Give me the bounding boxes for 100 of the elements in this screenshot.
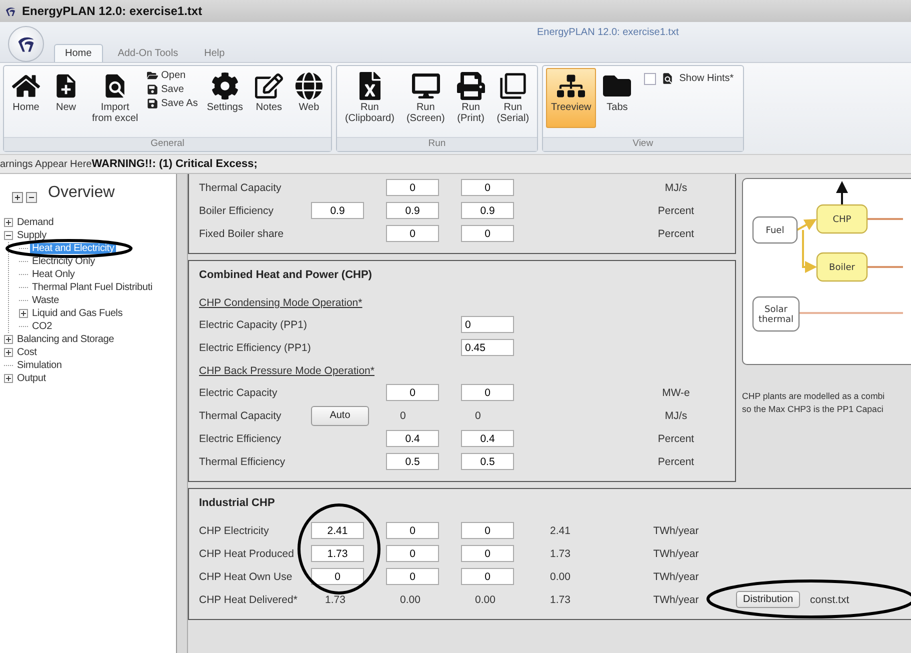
ribbon-caption: EnergyPLAN 12.0: exercise1.txt bbox=[537, 26, 679, 38]
number-field[interactable]: 0 bbox=[386, 522, 439, 539]
tree-item[interactable]: CO2 bbox=[30, 321, 54, 332]
expand-toggle[interactable] bbox=[19, 309, 28, 318]
tree-item[interactable]: Supply bbox=[15, 230, 48, 241]
number-field[interactable]: 0 bbox=[311, 568, 364, 585]
warnings-label: arnings Appear Here bbox=[0, 158, 92, 170]
ribbon-button[interactable]: Notes bbox=[250, 68, 288, 128]
number-field[interactable]: 0.45 bbox=[461, 339, 514, 356]
description-line: so the Max CHP3 is the PP1 Capaci bbox=[742, 404, 884, 414]
ribbon-button[interactable]: Settings bbox=[202, 68, 248, 128]
field-label: Thermal Efficiency bbox=[199, 456, 286, 468]
tree-item[interactable]: Cost bbox=[15, 347, 39, 358]
number-field[interactable]: 0 bbox=[461, 316, 514, 333]
ribbon-button[interactable]: New bbox=[47, 68, 85, 128]
expand-toggle[interactable] bbox=[4, 218, 13, 227]
number-field[interactable]: 0 bbox=[461, 384, 514, 401]
tree-item[interactable]: Electricity Only bbox=[30, 256, 97, 267]
flow-arrow bbox=[836, 181, 848, 205]
group-caption: General bbox=[4, 137, 331, 151]
diagram-node: Fuel bbox=[752, 216, 798, 244]
value-text: 0.00 bbox=[549, 570, 572, 582]
field-label: CHP Electricity bbox=[199, 524, 270, 536]
ribbon-tab[interactable]: Add-On Tools bbox=[106, 44, 190, 62]
number-field[interactable]: 0 bbox=[386, 545, 439, 562]
expand-toggle[interactable] bbox=[4, 231, 13, 240]
folder-icon bbox=[147, 70, 158, 81]
expand-toggle[interactable] bbox=[4, 335, 13, 344]
value-text: 1.73 bbox=[324, 594, 346, 606]
number-field[interactable]: 0 bbox=[386, 225, 439, 242]
unit-label: TWh/year bbox=[652, 594, 700, 606]
checkbox[interactable] bbox=[644, 72, 656, 84]
description-line: CHP plants are modelled as a combi bbox=[742, 391, 886, 401]
tree-item[interactable]: Demand bbox=[15, 217, 56, 228]
ribbon-button[interactable]: Run (Screen) bbox=[401, 68, 450, 128]
warning-message: WARNING!!: (1) Critical Excess; bbox=[92, 158, 258, 170]
ribbon-tab[interactable]: Home bbox=[54, 44, 103, 62]
number-field[interactable]: 0 bbox=[386, 384, 439, 401]
unit-label: Percent bbox=[656, 432, 696, 444]
number-field[interactable]: 2.41 bbox=[311, 522, 364, 539]
distribution-button[interactable]: Distribution bbox=[736, 591, 800, 608]
number-field[interactable]: 1.73 bbox=[311, 545, 364, 562]
number-field[interactable]: 0.4 bbox=[386, 430, 439, 447]
tree-item[interactable]: Thermal Plant Fuel Distributi bbox=[30, 282, 154, 293]
group-caption: Run bbox=[336, 137, 538, 151]
expand-all-button[interactable] bbox=[12, 192, 23, 202]
number-field[interactable]: 0 bbox=[386, 568, 439, 585]
number-field[interactable]: 0.9 bbox=[386, 202, 439, 219]
number-field[interactable]: 0.9 bbox=[461, 202, 514, 219]
checkbox-label: Show Hints* bbox=[679, 73, 734, 84]
app-logo-icon bbox=[4, 4, 17, 18]
value-text: 1.73 bbox=[549, 548, 572, 560]
unit-label: MJ/s bbox=[664, 410, 688, 422]
field-label: Thermal Capacity bbox=[199, 182, 282, 194]
field-label: Electric Efficiency bbox=[199, 432, 282, 444]
diagram-node: Solar thermal bbox=[752, 296, 800, 332]
unit-label: Percent bbox=[656, 456, 696, 468]
auto-button[interactable]: Auto bbox=[311, 406, 369, 426]
number-field[interactable]: 0 bbox=[386, 179, 439, 196]
field-label: Electric Capacity (PP1) bbox=[199, 318, 308, 330]
number-field[interactable]: 0.5 bbox=[386, 453, 439, 470]
subsection-heading: CHP Condensing Mode Operation* bbox=[199, 297, 364, 309]
stacked-windows-icon bbox=[498, 72, 527, 100]
number-field[interactable]: 0.5 bbox=[461, 453, 514, 470]
sidebar-title: Overview bbox=[48, 184, 115, 202]
ribbon-button[interactable]: Save As bbox=[145, 98, 200, 109]
tree-item[interactable]: Balancing and Storage bbox=[15, 334, 116, 345]
diagram-node: CHP bbox=[816, 204, 868, 234]
number-field[interactable]: 0 bbox=[461, 179, 514, 196]
tree-item[interactable]: Output bbox=[15, 373, 48, 384]
application-button[interactable] bbox=[8, 26, 44, 62]
number-field[interactable]: 0 bbox=[461, 225, 514, 242]
tree-item[interactable]: Liquid and Gas Fuels bbox=[30, 308, 125, 319]
ribbon-tab[interactable]: Help bbox=[193, 44, 236, 62]
monitor-icon bbox=[412, 72, 440, 100]
tree-item[interactable]: Heat Only bbox=[30, 269, 77, 280]
ribbon-button[interactable]: Web bbox=[290, 68, 328, 128]
ribbon-button[interactable]: Tabs bbox=[598, 68, 636, 128]
ribbon-button[interactable]: Treeview bbox=[546, 68, 596, 128]
collapse-all-button[interactable] bbox=[26, 192, 37, 202]
ribbon-button[interactable]: Save bbox=[145, 84, 200, 95]
printer-icon bbox=[456, 72, 485, 100]
expand-toggle[interactable] bbox=[4, 374, 13, 383]
number-field[interactable]: 0.9 bbox=[311, 202, 364, 219]
window-title: EnergyPLAN 12.0: exercise1.txt bbox=[22, 4, 202, 18]
number-field[interactable]: 0 bbox=[461, 545, 514, 562]
ribbon-button[interactable]: Import from excel bbox=[87, 68, 144, 128]
expand-toggle[interactable] bbox=[4, 348, 13, 357]
tree-item[interactable]: Simulation bbox=[15, 360, 64, 371]
ribbon-button[interactable]: Run (Serial) bbox=[492, 68, 534, 128]
number-field[interactable]: 0 bbox=[461, 568, 514, 585]
ribbon-button[interactable]: Run (Print) bbox=[452, 68, 490, 128]
tree-item[interactable]: Waste bbox=[30, 295, 61, 306]
number-field[interactable]: 0 bbox=[461, 522, 514, 539]
number-field[interactable]: 0.4 bbox=[461, 430, 514, 447]
ribbon-button[interactable]: Run (Clipboard) bbox=[340, 68, 400, 128]
subsection-heading: CHP Back Pressure Mode Operation* bbox=[199, 365, 376, 377]
ribbon-button[interactable]: Open bbox=[145, 70, 200, 81]
ribbon-button[interactable]: Home bbox=[7, 68, 45, 128]
unit-label: TWh/year bbox=[652, 524, 700, 536]
